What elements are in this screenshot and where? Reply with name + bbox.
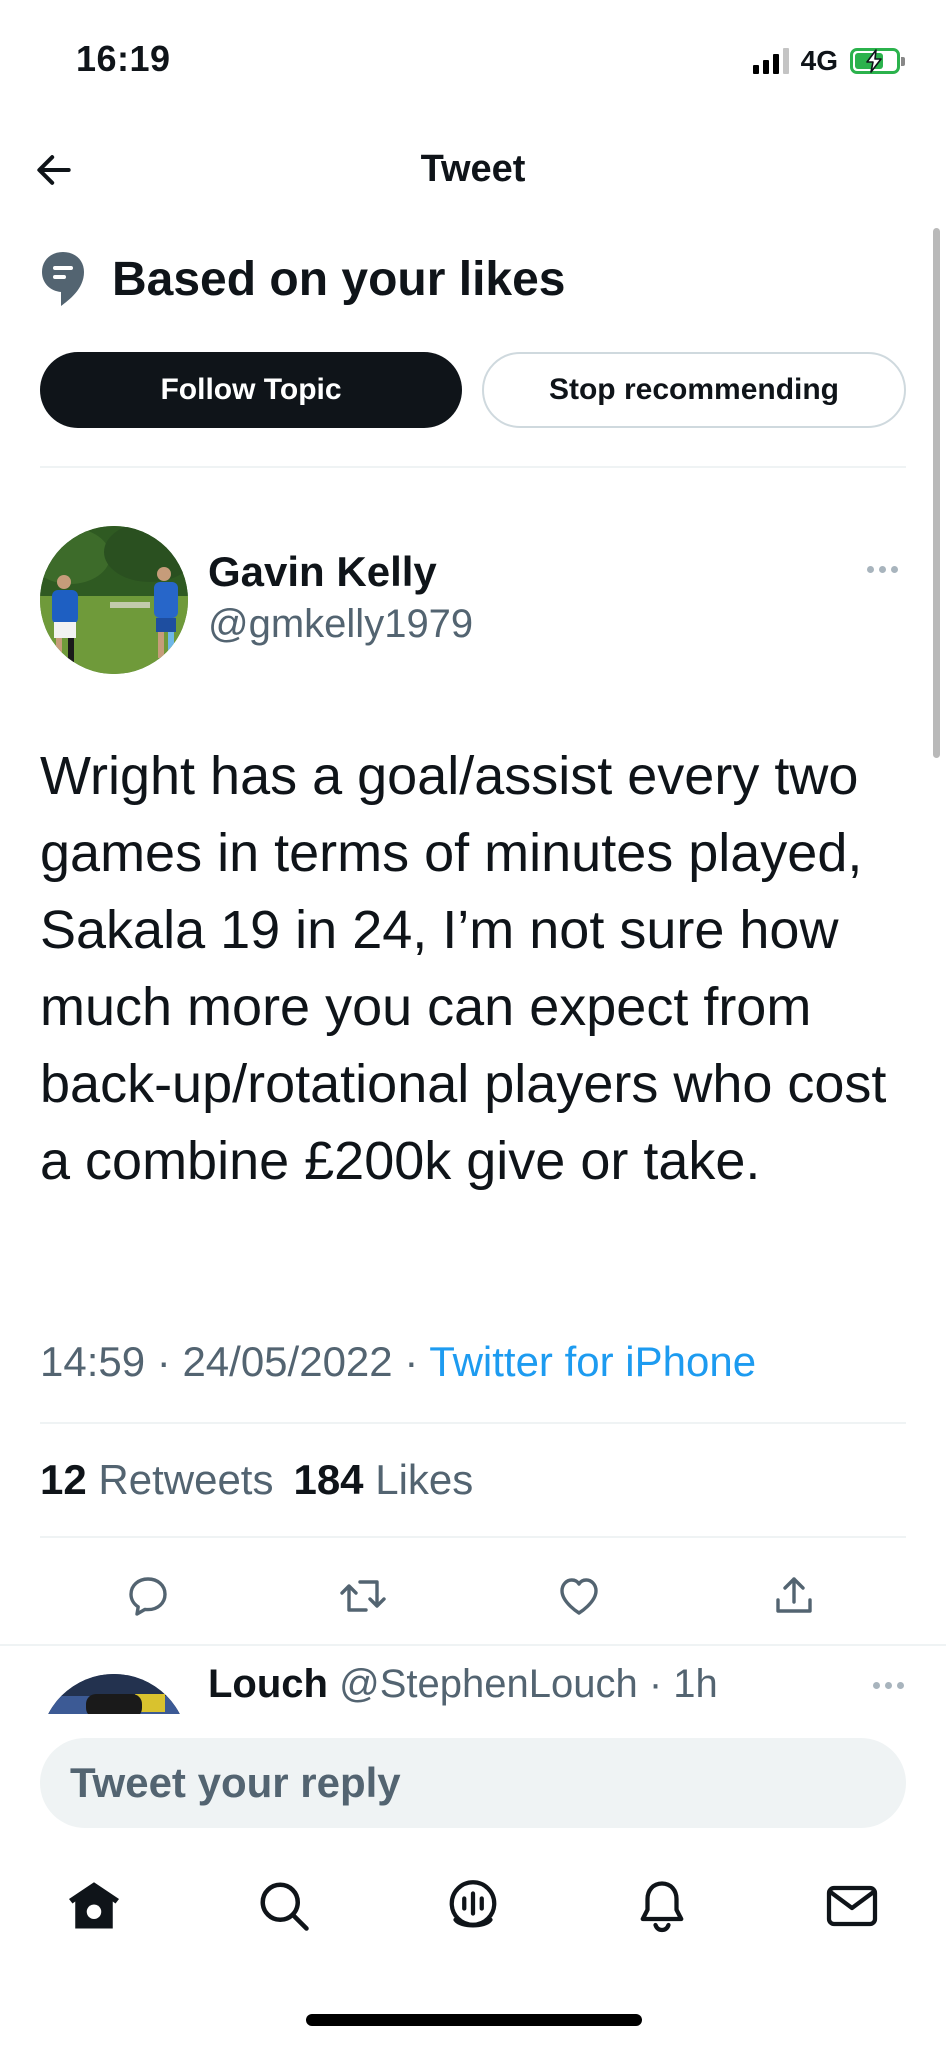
meta-separator: · <box>392 1338 430 1385</box>
tab-search[interactable] <box>248 1870 320 1942</box>
tab-notifications[interactable] <box>626 1870 698 1942</box>
tweet-stats: 12 Retweets 184 Likes <box>40 1456 473 1504</box>
divider <box>40 1422 906 1424</box>
topic-title: Based on your likes <box>112 252 566 306</box>
topic-actions: Follow Topic Stop recommending <box>40 352 906 428</box>
notifications-icon <box>640 1881 684 1933</box>
author-name[interactable]: Gavin Kelly <box>208 548 437 596</box>
likes-label: Likes <box>375 1456 474 1503</box>
author-avatar[interactable] <box>40 526 188 674</box>
search-icon <box>260 1882 309 1931</box>
topic-header: Based on your likes <box>40 250 566 308</box>
tab-home[interactable] <box>58 1870 130 1942</box>
reply-author-handle[interactable]: @StephenLouch <box>339 1662 638 1706</box>
signal-icon <box>752 48 789 74</box>
reply-header: Louch @StephenLouch · 1h <box>208 1662 718 1707</box>
status-indicators: 4G <box>752 44 905 78</box>
spaces-icon <box>449 1880 497 1928</box>
tweet-actions <box>0 1560 946 1630</box>
tweet-date: 24/05/2022 <box>182 1338 393 1385</box>
likes-stat[interactable]: 184 Likes <box>293 1456 473 1504</box>
reply-tweet[interactable]: Louch @StephenLouch · 1h <box>0 1648 946 1714</box>
page-title: Tweet <box>420 148 526 190</box>
reply-icon <box>129 1577 167 1616</box>
top-nav: Tweet <box>0 120 946 220</box>
reply-time: · 1h <box>648 1662 718 1706</box>
share-button[interactable] <box>766 1568 822 1624</box>
tab-bar <box>0 1856 946 1956</box>
topic-icon <box>42 252 84 306</box>
tweet-time: 14:59 <box>40 1338 146 1385</box>
scrollbar[interactable] <box>933 228 940 758</box>
follow-topic-button[interactable]: Follow Topic <box>40 352 462 428</box>
share-icon <box>776 1577 812 1613</box>
reply-button[interactable] <box>120 1568 176 1624</box>
reply-more-options-icon[interactable] <box>873 1682 904 1689</box>
divider <box>40 466 906 468</box>
tweet-text: Wright has a goal/assist every two games… <box>40 746 887 1191</box>
divider <box>0 1644 946 1646</box>
reply-author-name[interactable]: Louch <box>208 1662 328 1706</box>
retweets-count: 12 <box>40 1456 87 1503</box>
bottom-area <box>0 1714 946 2048</box>
tweet-source-link[interactable]: Twitter for iPhone <box>429 1338 756 1385</box>
tab-messages[interactable] <box>816 1870 888 1942</box>
retweet-icon <box>340 1580 386 1612</box>
retweets-stat[interactable]: 12 Retweets <box>40 1456 273 1504</box>
more-options-icon[interactable] <box>861 560 904 579</box>
home-indicator[interactable] <box>306 2014 642 2026</box>
status-time: 16:19 <box>76 38 171 79</box>
status-bar: 16:19 4G <box>0 0 946 120</box>
author-handle[interactable]: @gmkelly1979 <box>208 602 473 647</box>
stop-recommending-button[interactable]: Stop recommending <box>482 352 906 428</box>
like-button[interactable] <box>551 1568 607 1624</box>
retweet-button[interactable] <box>335 1568 391 1624</box>
network-type: 4G <box>800 45 838 76</box>
divider <box>40 1536 906 1538</box>
home-icon <box>69 1882 119 1929</box>
battery-icon <box>850 48 905 74</box>
meta-separator: · <box>145 1338 183 1385</box>
reply-input[interactable] <box>40 1738 906 1828</box>
tweet-meta: 14:59 · 24/05/2022 · Twitter for iPhone <box>40 1338 756 1386</box>
retweets-label: Retweets <box>98 1456 274 1503</box>
likes-count: 184 <box>293 1456 364 1503</box>
reply-avatar[interactable] <box>40 1674 188 1714</box>
messages-icon <box>826 1885 878 1927</box>
tab-spaces[interactable] <box>437 1870 509 1942</box>
heart-icon <box>560 1578 598 1615</box>
